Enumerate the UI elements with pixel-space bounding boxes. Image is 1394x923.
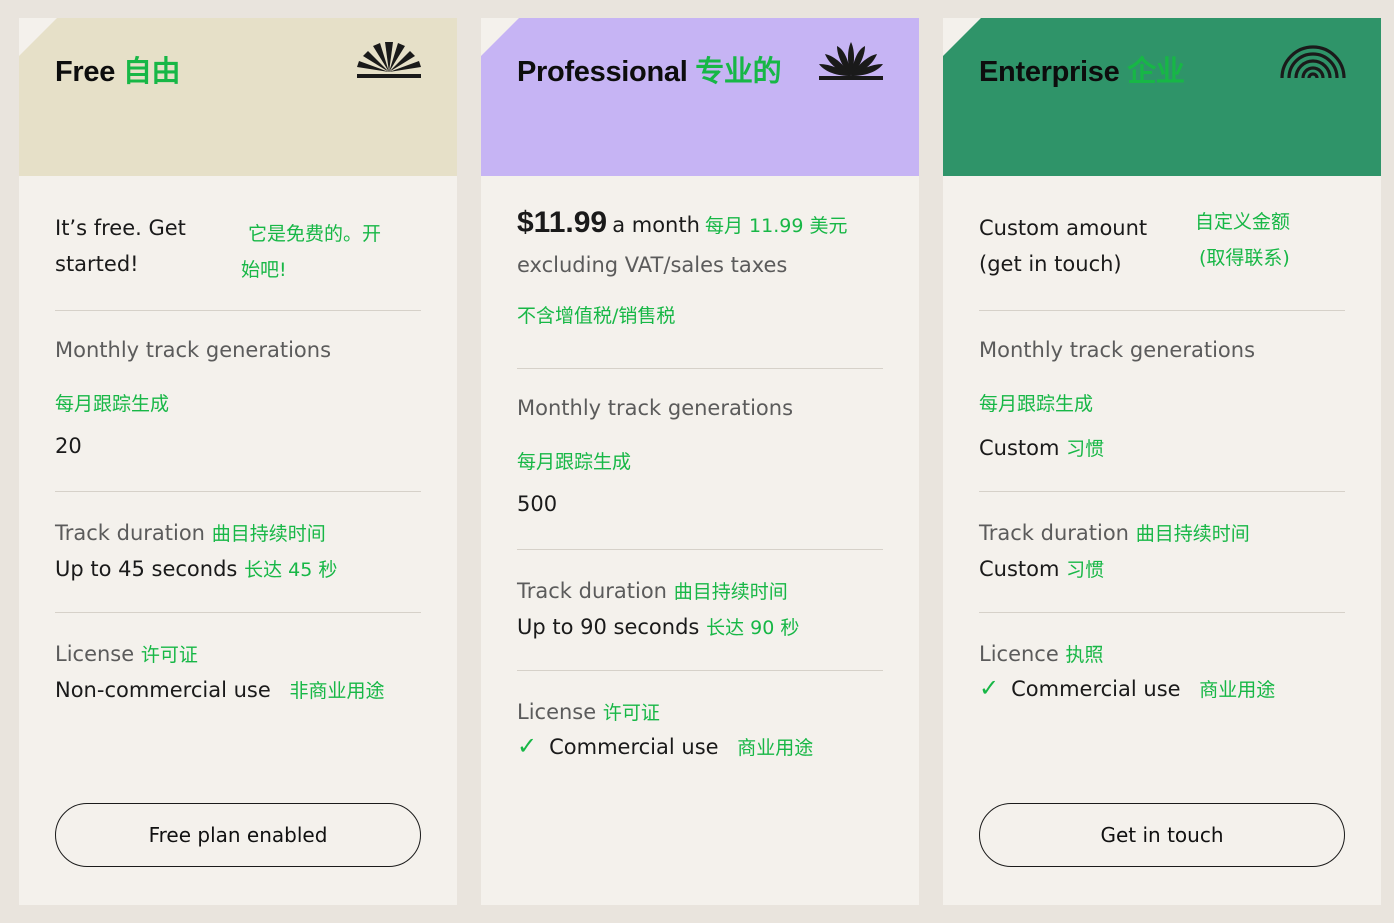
duration-label: Track duration xyxy=(979,521,1129,545)
duration-label: Track duration xyxy=(517,579,667,603)
plan-name: Free xyxy=(55,56,116,88)
divider xyxy=(55,310,421,311)
intro-text-line2: started! xyxy=(55,252,139,276)
duration-value: Up to 90 seconds xyxy=(517,615,700,639)
fan-icon xyxy=(819,42,883,80)
plan-header-professional: Professional 专业的 xyxy=(481,18,919,176)
intro-text-line1: Custom amount xyxy=(979,216,1148,240)
divider xyxy=(517,549,883,550)
license-label-cn: 许可证 xyxy=(140,644,198,666)
free-plan-enabled-button[interactable]: Free plan enabled xyxy=(55,803,421,867)
duration-value-cn: 长达 90 秒 xyxy=(706,617,800,639)
generations-label: Monthly track generations xyxy=(517,396,794,420)
intro-text-cn-line2: (取得联系) xyxy=(1199,247,1290,269)
generations-label: Monthly track generations xyxy=(979,338,1256,362)
duration-value-cn: 长达 45 秒 xyxy=(244,559,338,581)
license-value: Commercial use xyxy=(549,735,719,759)
plan-header-enterprise: Enterprise 企业 xyxy=(943,18,1381,176)
duration-label: Track duration xyxy=(55,521,205,545)
generations-value: 500 xyxy=(517,492,558,516)
license-label: License xyxy=(517,700,597,724)
generations-value: 20 xyxy=(55,434,82,458)
license-value: Non-commercial use xyxy=(55,678,271,702)
price-cn: 每月 11.99 美元 xyxy=(705,215,848,237)
plan-name-cn: 企业 xyxy=(1127,56,1185,88)
price-note: excluding VAT/sales taxes xyxy=(517,253,788,277)
duration-label-cn: 曲目持续时间 xyxy=(1135,523,1250,545)
license-value-cn: 商业用途 xyxy=(1199,679,1276,701)
intro-text-cn-line1: 自定义金额 xyxy=(1195,211,1291,233)
license-value-cn: 商业用途 xyxy=(737,737,814,759)
checkmark-icon: ✓ xyxy=(517,732,538,760)
plan-title-professional: Professional 专业的 xyxy=(517,48,782,90)
get-in-touch-button[interactable]: Get in touch xyxy=(979,803,1345,867)
plan-card-professional: Professional 专业的 $11.99 a month 每月 11.99… xyxy=(481,18,919,905)
license-label-cn: 执照 xyxy=(1065,644,1104,666)
plan-name-cn: 自由 xyxy=(122,56,181,88)
plan-name: Enterprise xyxy=(979,56,1120,88)
intro-text-line2: (get in touch) xyxy=(979,252,1122,276)
rainbow-arcs-icon xyxy=(1280,45,1346,79)
price-period: a month xyxy=(612,213,700,237)
divider xyxy=(517,670,883,671)
intro-text-cn-line2: 始吧! xyxy=(241,259,287,281)
divider xyxy=(517,368,883,369)
divider xyxy=(979,310,1345,311)
price-note-cn: 不含增值税/销售税 xyxy=(517,305,676,327)
duration-value-cn: 习惯 xyxy=(1066,559,1105,581)
generations-value-cn: 习惯 xyxy=(1066,438,1105,460)
plan-name-cn: 专业的 xyxy=(695,56,782,88)
generations-label-cn: 每月跟踪生成 xyxy=(979,393,1094,415)
license-value: Commercial use xyxy=(1011,677,1181,701)
divider xyxy=(55,612,421,613)
divider xyxy=(979,612,1345,613)
duration-value: Custom xyxy=(979,557,1060,581)
intro-text-line1: It’s free. Get xyxy=(55,216,186,240)
plan-title-enterprise: Enterprise 企业 xyxy=(979,48,1185,90)
intro-text-cn-line1: 它是免费的。开 xyxy=(248,223,382,245)
plan-header-free: Free 自由 xyxy=(19,18,457,176)
generations-label-cn: 每月跟踪生成 xyxy=(55,393,170,415)
license-label: Licence xyxy=(979,642,1059,666)
duration-label-cn: 曲目持续时间 xyxy=(211,523,326,545)
divider xyxy=(55,491,421,492)
plan-name: Professional xyxy=(517,56,688,88)
checkmark-icon: ✓ xyxy=(979,674,1000,702)
license-label-cn: 许可证 xyxy=(602,702,660,724)
divider xyxy=(979,491,1345,492)
plan-card-enterprise: Enterprise 企业 Custom amount (get in touc… xyxy=(943,18,1381,905)
generations-label: Monthly track generations xyxy=(55,338,332,362)
duration-value: Up to 45 seconds xyxy=(55,557,238,581)
sunburst-icon xyxy=(357,42,421,78)
license-label: License xyxy=(55,642,135,666)
generations-value: Custom xyxy=(979,436,1060,460)
price-amount: $11.99 xyxy=(517,206,608,239)
plan-card-free: Free 自由 It’s free. Get started! 它是免费的。开 … xyxy=(19,18,457,905)
license-value-cn: 非商业用途 xyxy=(289,680,385,702)
duration-label-cn: 曲目持续时间 xyxy=(673,581,788,603)
plan-title-free: Free 自由 xyxy=(55,48,181,90)
generations-label-cn: 每月跟踪生成 xyxy=(517,451,632,473)
